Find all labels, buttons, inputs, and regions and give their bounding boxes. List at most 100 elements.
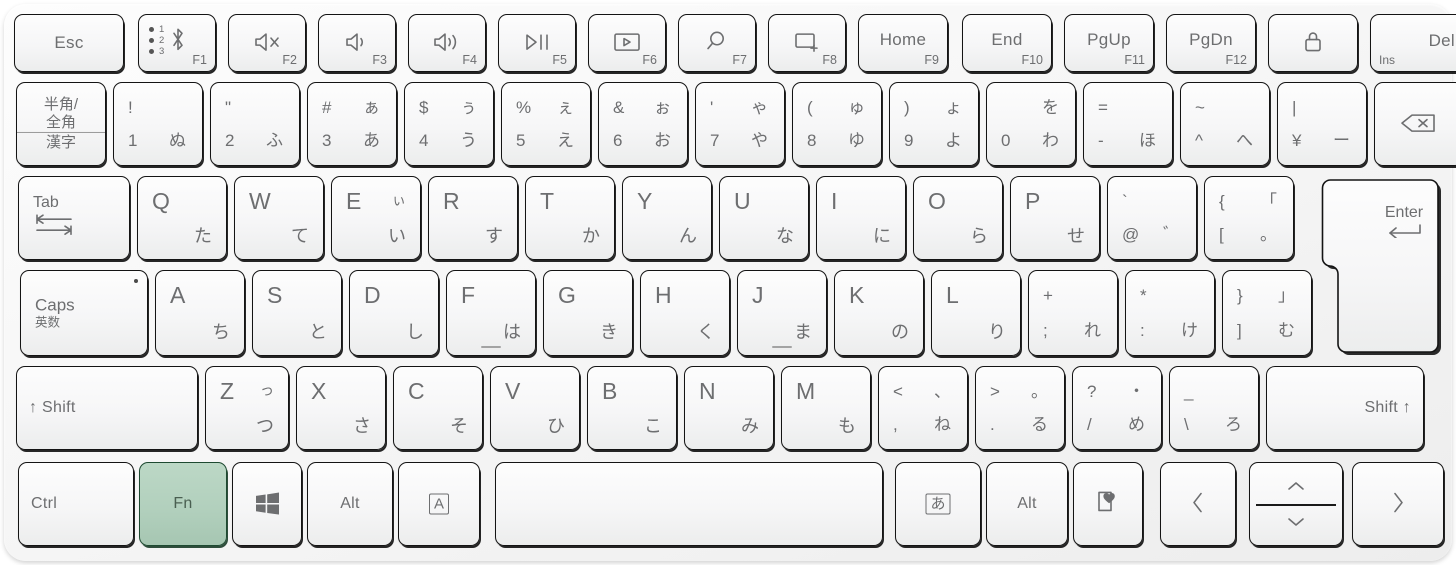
key-bracket-right[interactable]: } 」] む (1222, 270, 1312, 356)
key-slash[interactable]: ? ・ / め (1072, 366, 1162, 450)
key-key-m[interactable]: Mも (781, 366, 871, 450)
key-volume-up[interactable]: F4 (408, 14, 486, 72)
key-caps-lock[interactable]: Caps 英数 (20, 270, 148, 356)
key-end[interactable]: End F10 (962, 14, 1052, 72)
key-mute[interactable]: F2 (228, 14, 306, 72)
key-lock[interactable] (1268, 14, 1358, 72)
key-tab[interactable]: Tab (18, 176, 130, 260)
key-label-hankaku-zenkaku: 半角/全角 漢字 (17, 96, 105, 152)
key-key-y[interactable]: Yん (622, 176, 712, 260)
shift-legend-colon: * (1140, 286, 1147, 305)
key-emoji[interactable] (1073, 462, 1143, 546)
key-yen[interactable]: | ¥ ー (1277, 82, 1367, 166)
key-key-r[interactable]: Rす (428, 176, 518, 260)
base-legend-digit-7: 7 (710, 131, 720, 150)
boxed-legend-henkan: あ (925, 493, 951, 515)
letter-legend-key-w: W (249, 188, 271, 214)
emoji-heart-icon (1074, 489, 1142, 515)
shift-legend-digit-6: & (613, 98, 625, 117)
key-caret[interactable]: ~ ^ へ (1180, 82, 1270, 166)
fn-number-page-down: F12 (1225, 53, 1247, 67)
key-key-a[interactable]: Aち (155, 270, 245, 356)
key-key-o[interactable]: Oら (913, 176, 1003, 260)
kana-legend-key-j: ま (794, 322, 812, 342)
key-shift-left[interactable]: ↑ Shift (16, 366, 198, 450)
key-digit-3[interactable]: # ぁ 3 あ (307, 82, 397, 166)
kana-legend-key-n: み (741, 416, 759, 436)
key-period[interactable]: > 。. る (975, 366, 1065, 450)
key-colon[interactable]: *: け (1125, 270, 1215, 356)
key-volume-down[interactable]: F3 (318, 14, 396, 72)
kana-legend-digit-9: よ (945, 131, 962, 150)
key-backspace[interactable] (1374, 82, 1456, 166)
fn-number-bluetooth-pair: F1 (192, 53, 207, 67)
key-key-h[interactable]: Hく (640, 270, 730, 356)
key-arrow-left[interactable] (1160, 462, 1236, 546)
key-key-p[interactable]: Pせ (1010, 176, 1100, 260)
key-key-w[interactable]: Wて (234, 176, 324, 260)
key-henkan[interactable]: あ (895, 462, 981, 546)
key-digit-8[interactable]: (ゅ 8 ゆ (792, 82, 882, 166)
key-home[interactable]: Home F9 (858, 14, 948, 72)
key-windows[interactable] (232, 462, 302, 546)
key-key-v[interactable]: Vひ (490, 366, 580, 450)
key-key-n[interactable]: Nみ (684, 366, 774, 450)
key-key-k[interactable]: Kの (834, 270, 924, 356)
key-semicolon[interactable]: +; れ (1028, 270, 1118, 356)
key-at[interactable]: ` @ ゛ (1107, 176, 1197, 260)
base-legend-slash: / (1087, 415, 1092, 434)
key-key-t[interactable]: Tか (525, 176, 615, 260)
key-digit-5[interactable]: % ぇ 5 え (501, 82, 591, 166)
key-key-q[interactable]: Qた (137, 176, 227, 260)
key-key-j[interactable]: Jま (737, 270, 827, 356)
key-key-g[interactable]: Gき (543, 270, 633, 356)
key-bracket-left[interactable]: {「 [。 (1204, 176, 1294, 260)
key-play-pause[interactable]: F5 (498, 14, 576, 72)
key-digit-1[interactable]: ! 1 ぬ (113, 82, 203, 166)
key-arrow-up-down[interactable] (1249, 462, 1343, 546)
key-key-u[interactable]: Uな (719, 176, 809, 260)
key-digit-2[interactable]: " 2 ふ (210, 82, 300, 166)
key-key-f[interactable]: Fは (446, 270, 536, 356)
key-search[interactable]: F7 (678, 14, 756, 72)
key-project[interactable]: F6 (588, 14, 666, 72)
key-page-down[interactable]: PgDn F12 (1166, 14, 1256, 72)
key-key-z[interactable]: Z っつ (205, 366, 289, 450)
kana-legend-yen: ー (1333, 131, 1350, 150)
key-digit-6[interactable]: & ぉ 6 お (598, 82, 688, 166)
key-arrow-right[interactable] (1352, 462, 1444, 546)
key-bluetooth-pair[interactable]: 1 2 3 F1 (138, 14, 216, 72)
key-digit-7[interactable]: ' ゃ 7 や (695, 82, 785, 166)
key-comma[interactable]: < 、, ね (878, 366, 968, 450)
key-alt-left[interactable]: Alt (307, 462, 393, 546)
kana-legend-key-v: ひ (547, 416, 565, 436)
key-backslash[interactable]: _ \ ろ (1169, 366, 1259, 450)
key-key-e[interactable]: E ぃい (331, 176, 421, 260)
key-minus[interactable]: = - ほ (1083, 82, 1173, 166)
key-space[interactable] (495, 462, 883, 546)
key-fn[interactable]: Fn (139, 462, 227, 546)
key-key-b[interactable]: Bこ (587, 366, 677, 450)
key-enter[interactable]: Enter (1318, 176, 1441, 356)
key-key-d[interactable]: Dし (349, 270, 439, 356)
key-key-x[interactable]: Xさ (296, 366, 386, 450)
key-digit-9[interactable]: ) ょ 9 よ (889, 82, 979, 166)
key-esc[interactable]: Esc (14, 14, 124, 72)
kana-shift-legend-digit-0: を (1042, 98, 1059, 117)
key-key-c[interactable]: Cそ (393, 366, 483, 450)
key-ctrl[interactable]: Ctrl (18, 462, 134, 546)
key-alt-right[interactable]: Alt (986, 462, 1068, 546)
key-key-s[interactable]: Sと (252, 270, 342, 356)
key-key-l[interactable]: Lり (931, 270, 1021, 356)
key-page-up[interactable]: PgUp F11 (1064, 14, 1154, 72)
key-digit-0[interactable]: を 0 わ (986, 82, 1076, 166)
key-label-fn: Fn (173, 494, 193, 512)
key-delete[interactable]: Del Ins (1370, 14, 1456, 72)
key-digit-4[interactable]: $ ぅ 4 う (404, 82, 494, 166)
key-shift-right[interactable]: Shift ↑ (1266, 366, 1424, 450)
key-muhenkan[interactable]: A (398, 462, 480, 546)
key-key-i[interactable]: Iに (816, 176, 906, 260)
speaker-low-icon (319, 30, 395, 53)
key-new-window[interactable]: F8 (768, 14, 846, 72)
key-hankaku-zenkaku[interactable]: 半角/全角 漢字 (16, 82, 106, 166)
